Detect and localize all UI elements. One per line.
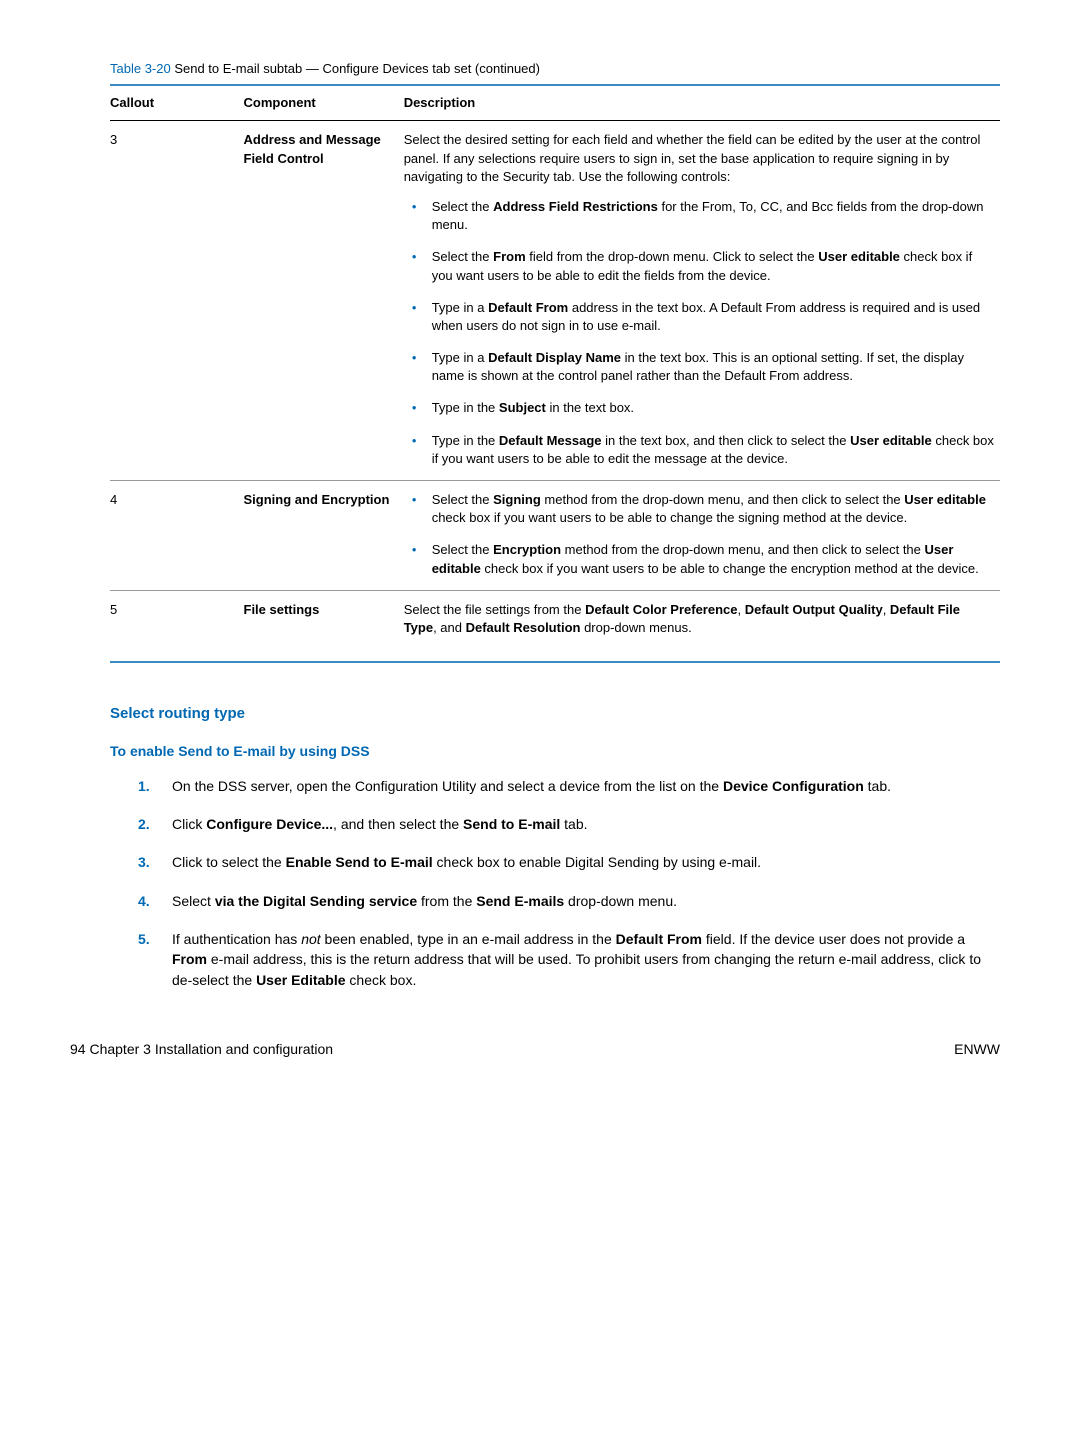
cell-component: Address and Message Field Control bbox=[244, 121, 404, 481]
list-item: Select the Signing method from the drop-… bbox=[404, 491, 994, 527]
steps-list: On the DSS server, open the Configuratio… bbox=[138, 776, 1000, 990]
list-item: Type in the Default Message in the text … bbox=[404, 432, 994, 468]
table-row: 3Address and Message Field ControlSelect… bbox=[110, 121, 1000, 481]
cell-component: Signing and Encryption bbox=[244, 481, 404, 591]
list-item: Type in a Default Display Name in the te… bbox=[404, 349, 994, 385]
step-item: On the DSS server, open the Configuratio… bbox=[138, 776, 1000, 796]
footer-left: 94 Chapter 3 Installation and configurat… bbox=[70, 1040, 333, 1060]
list-item: Type in the Subject in the text box. bbox=[404, 399, 994, 417]
cell-callout: 3 bbox=[110, 121, 244, 481]
list-item: Select the Encryption method from the dr… bbox=[404, 541, 994, 577]
table-caption-text: Send to E-mail subtab — Configure Device… bbox=[171, 61, 540, 76]
cell-description: Select the Signing method from the drop-… bbox=[404, 481, 1000, 591]
description-bullets: Select the Address Field Restrictions fo… bbox=[404, 198, 994, 468]
header-description: Description bbox=[404, 85, 1000, 121]
list-item: Select the From field from the drop-down… bbox=[404, 248, 994, 284]
header-callout: Callout bbox=[110, 85, 244, 121]
description-intro: Select the desired setting for each fiel… bbox=[404, 131, 994, 186]
footer-right: ENWW bbox=[954, 1040, 1000, 1060]
subsection-heading: To enable Send to E-mail by using DSS bbox=[110, 742, 1000, 762]
step-item: If authentication has not been enabled, … bbox=[138, 929, 1000, 990]
table-row: 4Signing and EncryptionSelect the Signin… bbox=[110, 481, 1000, 591]
list-item: Type in a Default From address in the te… bbox=[404, 299, 994, 335]
description-intro: Select the file settings from the Defaul… bbox=[404, 601, 994, 637]
description-bullets: Select the Signing method from the drop-… bbox=[404, 491, 994, 578]
section-heading: Select routing type bbox=[110, 703, 1000, 724]
config-table: Callout Component Description 3Address a… bbox=[110, 84, 1000, 663]
step-item: Click to select the Enable Send to E-mai… bbox=[138, 852, 1000, 872]
list-item: Select the Address Field Restrictions fo… bbox=[404, 198, 994, 234]
table-row: 5File settingsSelect the file settings f… bbox=[110, 590, 1000, 662]
cell-description: Select the desired setting for each fiel… bbox=[404, 121, 1000, 481]
table-number: Table 3-20 bbox=[110, 61, 171, 76]
cell-component: File settings bbox=[244, 590, 404, 662]
cell-callout: 4 bbox=[110, 481, 244, 591]
step-item: Click Configure Device..., and then sele… bbox=[138, 814, 1000, 834]
cell-description: Select the file settings from the Defaul… bbox=[404, 590, 1000, 662]
header-component: Component bbox=[244, 85, 404, 121]
page-footer: 94 Chapter 3 Installation and configurat… bbox=[70, 1040, 1000, 1060]
step-item: Select via the Digital Sending service f… bbox=[138, 891, 1000, 911]
table-caption: Table 3-20 Send to E-mail subtab — Confi… bbox=[110, 60, 1000, 78]
cell-callout: 5 bbox=[110, 590, 244, 662]
